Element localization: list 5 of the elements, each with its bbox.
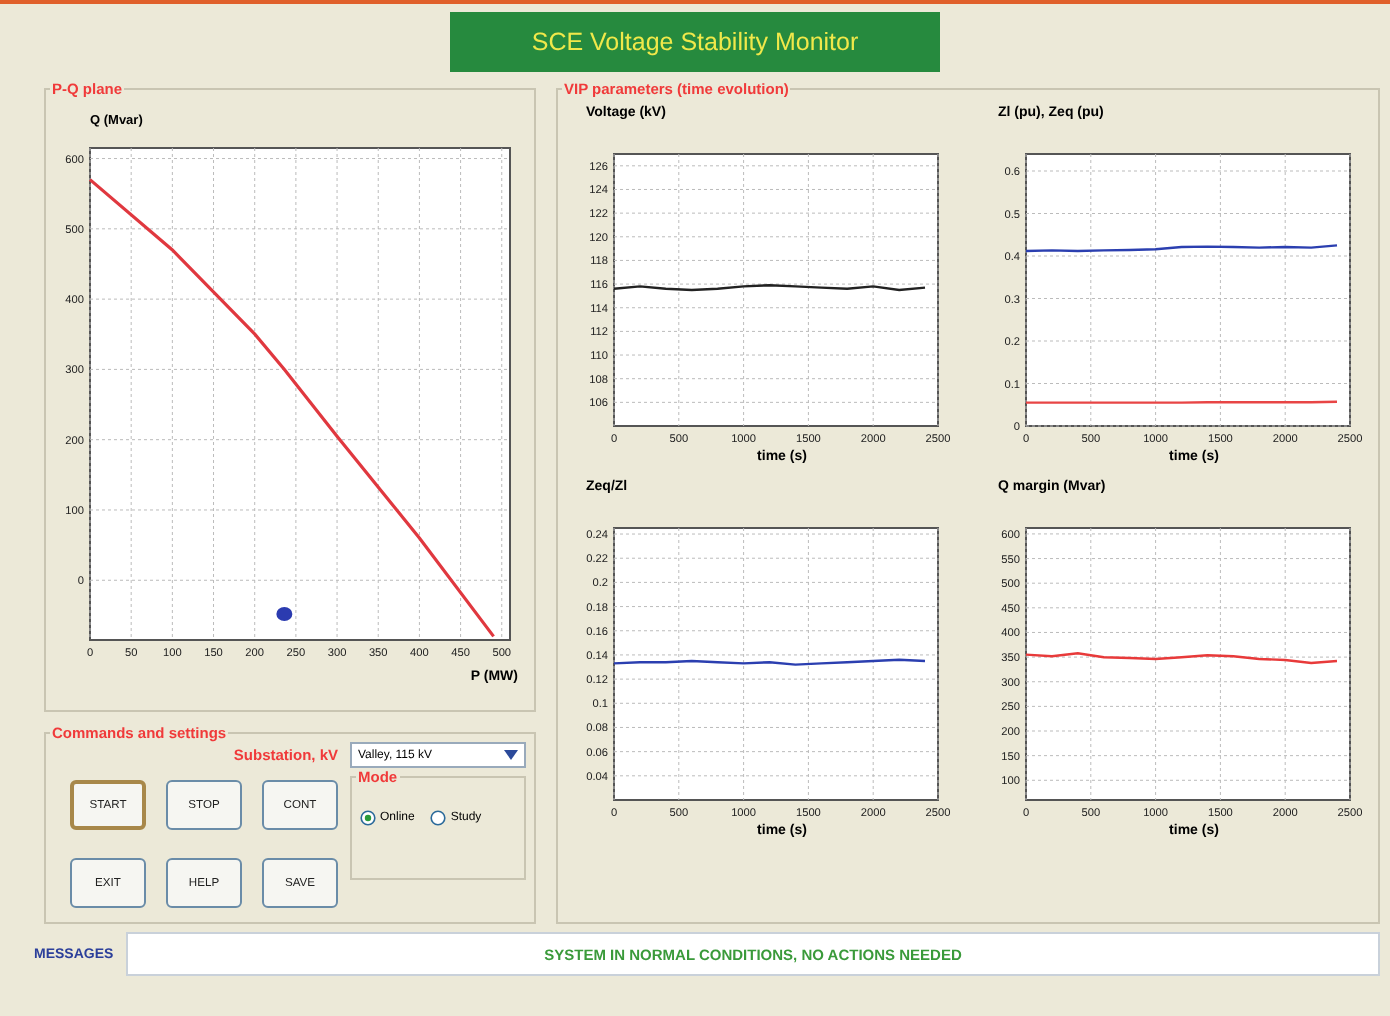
caret-icon <box>504 750 518 760</box>
radio-button[interactable] <box>360 810 376 826</box>
window-title: SCE Voltage Stability Monitor <box>450 12 940 72</box>
operating-point-marker <box>276 607 293 621</box>
radio-button[interactable] <box>430 810 447 826</box>
